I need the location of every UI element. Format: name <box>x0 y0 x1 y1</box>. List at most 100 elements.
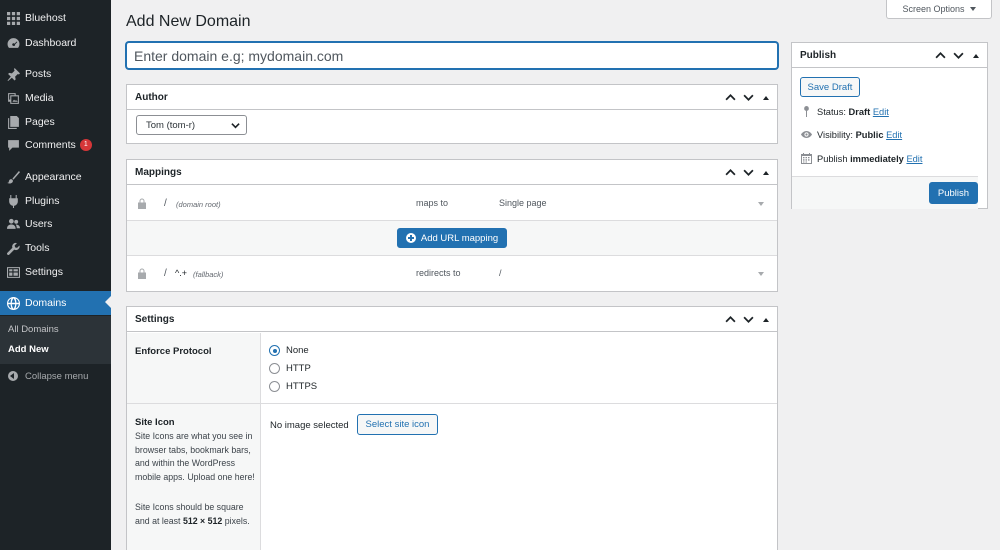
schedule-value: immediately <box>850 153 904 164</box>
comment-icon <box>6 138 20 152</box>
sidebar-item-label: Bluehost <box>25 12 66 24</box>
status-label: Status: <box>817 106 846 117</box>
mapping-path: / <box>164 268 167 279</box>
caret-down-icon <box>969 7 976 11</box>
protocol-radio-none[interactable]: None <box>269 345 309 356</box>
publish-button[interactable]: Publish <box>929 182 978 204</box>
globe-icon <box>6 296 20 310</box>
schedule-label: Publish <box>817 153 848 164</box>
wrench-icon <box>6 241 20 255</box>
mapping-hint: (domain root) <box>176 200 221 209</box>
submenu-all-domains[interactable]: All Domains <box>8 324 59 335</box>
sidebar-item-bluehost[interactable]: Bluehost <box>0 7 111 29</box>
move-down-icon[interactable] <box>743 167 754 178</box>
save-draft-button[interactable]: Save Draft <box>800 77 860 97</box>
move-down-icon[interactable] <box>743 314 754 325</box>
screen-options-button[interactable]: Screen Options <box>886 0 992 19</box>
mapping-path: / <box>164 198 167 209</box>
publish-postbox-title: Publish <box>800 49 837 61</box>
comments-count-badge: 1 <box>79 139 92 151</box>
site-icon-description: Site Icons are what you see in browser t… <box>135 431 255 482</box>
sidebar-item-appearance[interactable]: Appearance <box>0 166 111 188</box>
settings-postbox: Settings Enforce Protocol None HTTP HTTP… <box>126 306 778 550</box>
dashboard-icon <box>6 36 20 50</box>
publish-postbox-header: Publish <box>792 43 987 68</box>
mappings-postbox-title: Mappings <box>135 166 182 178</box>
radio-button[interactable] <box>269 381 280 392</box>
sidebar-item-label: Tools <box>25 242 50 254</box>
mappings-postbox: Mappings / (domain root) maps to Single … <box>126 159 778 292</box>
sidebar-item-label: Users <box>25 218 53 230</box>
domain-title-input[interactable] <box>126 42 778 69</box>
sidebar-item-label: Domains <box>25 297 67 309</box>
collapse-icon <box>8 371 18 381</box>
toggle-panel-icon[interactable] <box>763 95 769 100</box>
mapping-action: maps to <box>416 198 449 208</box>
collapse-menu-button[interactable]: Collapse menu <box>0 366 111 386</box>
sidebar-item-settings[interactable]: Settings <box>0 261 111 283</box>
radio-label: HTTP <box>286 363 311 374</box>
mapping-row-fallback[interactable]: / ^.+ (fallback) redirects to / <box>127 256 777 291</box>
postbox-handles <box>725 307 771 332</box>
author-postbox: Author Tom (tom-r) <box>126 84 778 144</box>
sidebar-item-domains[interactable]: Domains <box>0 291 111 315</box>
move-up-icon[interactable] <box>725 314 736 325</box>
sidebar-item-plugins[interactable]: Plugins <box>0 190 111 212</box>
visibility-label: Visibility: <box>817 129 853 140</box>
sidebar-item-label: Dashboard <box>25 37 77 49</box>
plug-icon <box>6 194 20 208</box>
sidebar-item-users[interactable]: Users <box>0 213 111 235</box>
sidebar-item-dashboard[interactable]: Dashboard <box>0 32 111 54</box>
sidebar-item-tools[interactable]: Tools <box>0 237 111 259</box>
mapping-hint: (fallback) <box>193 270 224 279</box>
lock-icon <box>137 268 147 281</box>
users-icon <box>6 217 20 231</box>
chevron-down-icon <box>231 121 240 133</box>
toggle-panel-icon[interactable] <box>763 317 769 322</box>
edit-schedule-link[interactable]: Edit <box>906 154 922 164</box>
protocol-radio-https[interactable]: HTTPS <box>269 381 317 392</box>
radio-label: HTTPS <box>286 381 318 392</box>
no-image-text: No image selected <box>270 420 349 431</box>
sidebar-item-label: Appearance <box>25 171 82 183</box>
mapping-target: / <box>499 268 502 278</box>
submenu-add-new[interactable]: Add New <box>8 344 49 355</box>
protocol-radio-http[interactable]: HTTP <box>269 363 311 374</box>
sidebar-item-label: Settings <box>25 266 63 278</box>
mapping-row-root[interactable]: / (domain root) maps to Single page <box>127 186 777 221</box>
sidebar-item-comments[interactable]: Comments 1 <box>0 134 111 156</box>
expand-row-icon[interactable] <box>758 272 764 276</box>
sidebar-item-posts[interactable]: Posts <box>0 63 111 85</box>
postbox-handles <box>935 43 981 68</box>
move-up-icon[interactable] <box>725 167 736 178</box>
move-down-icon[interactable] <box>953 50 964 61</box>
move-up-icon[interactable] <box>935 50 946 61</box>
sidebar-item-media[interactable]: Media <box>0 87 111 109</box>
size-note-suffix: pixels. <box>222 515 250 526</box>
radio-label: None <box>286 345 309 356</box>
edit-status-link[interactable]: Edit <box>873 107 889 117</box>
expand-row-icon[interactable] <box>758 202 764 206</box>
radio-button-checked[interactable] <box>269 345 280 356</box>
sidebar-item-pages[interactable]: Pages <box>0 111 111 133</box>
mappings-postbox-header: Mappings <box>127 160 777 185</box>
publish-schedule-line: Publish immediately Edit <box>801 153 922 164</box>
move-down-icon[interactable] <box>743 92 754 103</box>
postbox-handles <box>725 160 771 185</box>
sidebar-item-label: Pages <box>25 116 55 128</box>
calendar-icon <box>801 153 812 164</box>
toggle-panel-icon[interactable] <box>973 53 979 58</box>
toggle-panel-icon[interactable] <box>763 170 769 175</box>
edit-visibility-link[interactable]: Edit <box>886 130 902 140</box>
add-url-mapping-button[interactable]: Add URL mapping <box>397 228 507 248</box>
sidebar-item-label: Posts <box>25 68 52 80</box>
publish-status-line: Status: Draft Edit <box>801 106 889 117</box>
author-postbox-header: Author <box>127 85 777 110</box>
admin-sidebar: Bluehost Dashboard Posts Media Pages Com… <box>0 0 111 550</box>
add-mapping-row: Add URL mapping <box>127 221 777 256</box>
select-site-icon-button[interactable]: Select site icon <box>357 414 438 435</box>
move-up-icon[interactable] <box>725 92 736 103</box>
author-select[interactable]: Tom (tom-r) <box>136 115 247 135</box>
radio-button[interactable] <box>269 363 280 374</box>
sidebar-item-label: Plugins <box>25 195 60 207</box>
